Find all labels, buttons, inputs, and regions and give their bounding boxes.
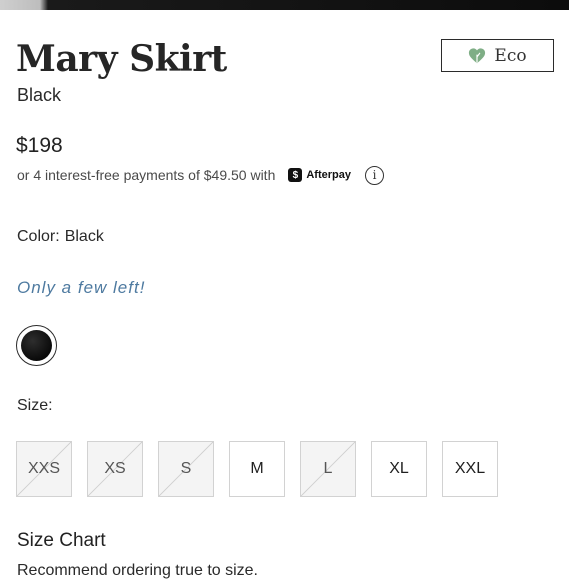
- size-selector-label: Size:: [17, 397, 53, 414]
- color-swatch-fill: [21, 330, 52, 361]
- eco-badge-label: Eco: [494, 45, 527, 66]
- size-option-xs[interactable]: XS: [87, 441, 143, 497]
- color-swatch-black[interactable]: [16, 325, 57, 366]
- size-option-label: M: [250, 460, 264, 477]
- product-color-name: Black: [17, 85, 62, 105]
- size-options: XXS XS S M L XL XXL: [16, 441, 498, 497]
- size-option-label: L: [323, 460, 333, 477]
- size-option-m[interactable]: M: [229, 441, 285, 497]
- product-title: Mary Skirt: [16, 38, 227, 80]
- size-option-label: S: [180, 460, 192, 477]
- info-icon[interactable]: i: [364, 165, 384, 185]
- afterpay-logo: $ Afterpay: [288, 168, 351, 182]
- size-option-label: XXL: [454, 460, 486, 477]
- color-selected-value: Black: [64, 228, 104, 245]
- size-option-label: XXS: [27, 460, 60, 477]
- product-image-strip: [0, 0, 569, 10]
- size-option-label: XL: [389, 460, 409, 477]
- product-detail-page: Mary Skirt Black Eco $198 or 4 interest-…: [0, 0, 569, 580]
- fit-recommendation: Recommend ordering true to size.: [17, 562, 258, 579]
- afterpay-label: Afterpay: [306, 169, 351, 181]
- size-option-l[interactable]: L: [300, 441, 356, 497]
- eco-badge: Eco: [441, 39, 554, 72]
- size-option-xxl[interactable]: XXL: [442, 441, 498, 497]
- color-selector-label: Color: Black: [17, 228, 104, 246]
- size-option-xl[interactable]: XL: [371, 441, 427, 497]
- color-label: Color:: [17, 228, 60, 245]
- product-price: $198: [16, 134, 63, 157]
- heart-leaf-icon: [469, 47, 486, 63]
- size-chart-link[interactable]: Size Chart: [17, 530, 106, 552]
- size-option-label: XS: [104, 460, 126, 477]
- installments-row: or 4 interest-free payments of $49.50 wi…: [17, 164, 384, 186]
- low-stock-message: Only a few left!: [17, 278, 146, 297]
- size-option-xxs[interactable]: XXS: [16, 441, 72, 497]
- size-option-s[interactable]: S: [158, 441, 214, 497]
- installments-text: or 4 interest-free payments of $49.50 wi…: [17, 167, 276, 183]
- afterpay-icon: $: [288, 168, 303, 182]
